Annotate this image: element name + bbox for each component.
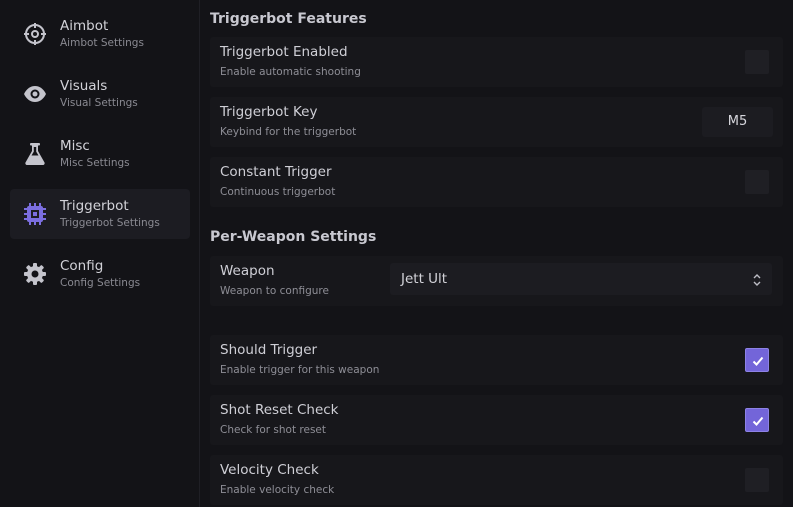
crosshair-icon — [23, 22, 47, 46]
sidebar-item-title: Visuals — [60, 78, 108, 94]
sidebar-item-subtitle: Config Settings — [60, 277, 141, 289]
gear-icon — [23, 262, 47, 286]
checkmark-icon — [752, 356, 764, 366]
sidebar-item-subtitle: Visual Settings — [60, 97, 138, 109]
section-title-per-weapon: Per-Weapon Settings — [210, 229, 377, 245]
constant-trigger-checkbox[interactable] — [745, 170, 769, 194]
setting-title: Triggerbot Enabled — [220, 44, 348, 60]
setting-title: Velocity Check — [220, 462, 319, 478]
sidebar-item-title: Misc — [60, 138, 90, 154]
flask-icon — [23, 142, 47, 166]
sidebar-item-visuals[interactable]: Visuals Visual Settings — [10, 69, 190, 119]
setting-description: Check for shot reset — [220, 424, 327, 436]
sidebar-item-aimbot[interactable]: Aimbot Aimbot Settings — [10, 9, 190, 59]
setting-row-triggerbot-enabled: Triggerbot Enabled Enable automatic shoo… — [210, 37, 783, 87]
setting-title: Shot Reset Check — [220, 402, 339, 418]
setting-title: Constant Trigger — [220, 164, 332, 180]
weapon-select-value: Jett Ult — [401, 271, 448, 287]
chip-icon — [23, 202, 47, 226]
triggerbot-keybind-button[interactable]: M5 — [702, 107, 773, 137]
setting-description: Enable velocity check — [220, 484, 335, 496]
setting-title: Should Trigger — [220, 342, 318, 358]
sidebar-item-title: Config — [60, 258, 104, 274]
setting-row-triggerbot-key: Triggerbot Key Keybind for the triggerbo… — [210, 97, 783, 147]
setting-row-weapon: Weapon Weapon to configure Jett Ult — [210, 256, 783, 306]
setting-description: Keybind for the triggerbot — [220, 126, 357, 138]
triggerbot-enabled-checkbox[interactable] — [745, 50, 769, 74]
sidebar-item-subtitle: Misc Settings — [60, 157, 130, 169]
should-trigger-checkbox[interactable] — [745, 348, 769, 372]
section-title-triggerbot-features: Triggerbot Features — [210, 11, 367, 27]
setting-row-velocity-check: Velocity Check Enable velocity check — [210, 455, 783, 505]
sidebar-item-title: Aimbot — [60, 18, 109, 34]
checkmark-icon — [752, 416, 764, 426]
setting-title: Triggerbot Key — [220, 104, 318, 120]
app-window: Aimbot Aimbot Settings Visuals Visual Se… — [0, 0, 793, 507]
eye-icon — [23, 82, 47, 106]
sidebar: Aimbot Aimbot Settings Visuals Visual Se… — [0, 0, 200, 507]
setting-row-should-trigger: Should Trigger Enable trigger for this w… — [210, 335, 783, 385]
sidebar-item-title: Triggerbot — [60, 198, 129, 214]
setting-title: Weapon — [220, 263, 275, 279]
setting-row-constant-trigger: Constant Trigger Continuous triggerbot — [210, 157, 783, 207]
setting-description: Continuous triggerbot — [220, 186, 336, 198]
sidebar-item-subtitle: Triggerbot Settings — [60, 217, 160, 229]
settings-panel: Triggerbot Features Triggerbot Enabled E… — [200, 0, 793, 507]
sidebar-item-config[interactable]: Config Config Settings — [10, 249, 190, 299]
setting-description: Enable trigger for this weapon — [220, 364, 380, 376]
sidebar-item-misc[interactable]: Misc Misc Settings — [10, 129, 190, 179]
weapon-select[interactable]: Jett Ult — [390, 263, 772, 295]
setting-row-shot-reset: Shot Reset Check Check for shot reset — [210, 395, 783, 445]
setting-description: Weapon to configure — [220, 285, 329, 297]
sidebar-item-subtitle: Aimbot Settings — [60, 37, 144, 49]
sidebar-item-triggerbot[interactable]: Triggerbot Triggerbot Settings — [10, 189, 190, 239]
velocity-check-checkbox[interactable] — [745, 468, 769, 492]
chevron-up-down-icon — [752, 272, 762, 286]
setting-description: Enable automatic shooting — [220, 66, 361, 78]
shot-reset-checkbox[interactable] — [745, 408, 769, 432]
